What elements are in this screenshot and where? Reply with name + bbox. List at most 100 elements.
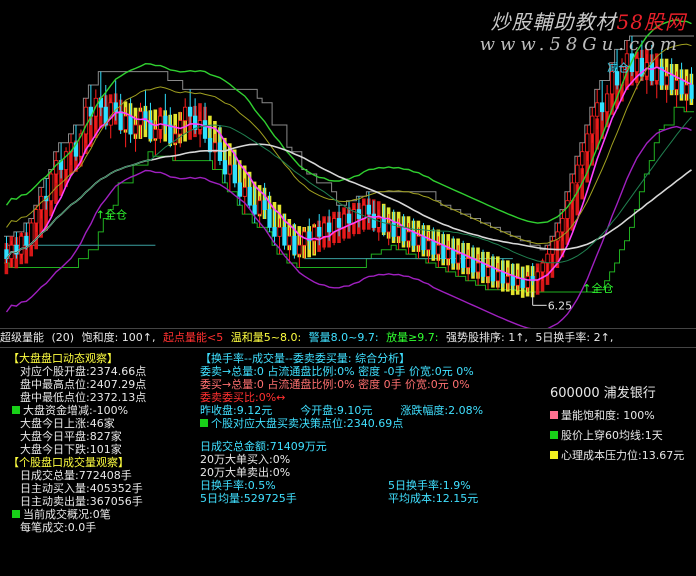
ma60-text: 股价上穿60均线:1天 [561, 429, 663, 442]
saturation-label: 饱和度: 100↑, [81, 331, 156, 344]
gegu-buy: 日主动买入量:405352手 [20, 482, 143, 495]
candle-body [292, 235, 297, 255]
amount-row: 日成交总金额:71409万元 [200, 440, 327, 453]
candle-body [649, 62, 654, 81]
buy-signal-label: ↑全仓 [96, 208, 127, 222]
decision-row: 个股对应大盘买卖决策点位:2340.69点 [200, 417, 560, 430]
candle-body [341, 213, 347, 228]
reduce-signal-label: 减仓 [607, 61, 629, 75]
big-buy-row: 20万大单买入:0% [200, 453, 291, 466]
candle-body [575, 164, 580, 184]
indicator-name: 超级量能 [0, 331, 44, 344]
price-row: 昨收盘:9.12元 今开盘:9.10元 涨跌幅度:2.08% [200, 404, 560, 417]
candle-body [366, 204, 372, 215]
candle-body [436, 244, 441, 255]
candle-body [674, 80, 679, 90]
candle-body [550, 240, 555, 255]
gegu-sell: 日主动卖出量:367056手 [20, 495, 143, 508]
green-square-icon [12, 406, 20, 414]
candle-body [158, 115, 163, 130]
watermark-brand: 58股网 [616, 10, 686, 34]
candle-body [321, 222, 327, 237]
candle-body [654, 66, 659, 81]
candle-body [600, 102, 605, 113]
candle-body [232, 164, 238, 184]
candle-body [505, 275, 511, 284]
dapan-title: 【大盘盘口动态观察】 [8, 352, 118, 365]
today-open: 今开盘:9.10元 [300, 404, 373, 417]
dapan-open: 对应个股开盘:2374.66点 [20, 365, 147, 378]
candle-body [689, 84, 694, 99]
candle-body [485, 267, 491, 277]
candle-body [187, 106, 193, 117]
green-square-icon [12, 510, 20, 518]
green-square-icon [200, 419, 208, 427]
left-panel: 【大盘盘口动态观察】 对应个股开盘:2374.66点 盘中最高点位:2407.2… [8, 352, 146, 534]
candle-body [346, 213, 352, 224]
gegu-total: 日成交总量:772408手 [20, 469, 132, 482]
candle-body [168, 124, 173, 144]
turnover-5d: 5日换手率:1.9% [388, 479, 471, 492]
start-volume-label: 起点量能<5 [163, 331, 224, 344]
candle-body [331, 218, 337, 233]
candle-body [222, 160, 228, 175]
heavy-volume-label: 放量≥9.7: [386, 331, 439, 344]
bid-row: 委买→总量:0 占流通盘比例:0% 密度 0手 价宽:0元 0% [200, 378, 470, 391]
candle-body [510, 275, 516, 286]
candle-body [326, 222, 332, 233]
warning-volume-label: 警量8.0~9.7: [308, 331, 379, 344]
mid-title: 【换手率--成交量--委卖委买量: 综合分析】 [200, 352, 411, 365]
saturation-row: 量能饱和度: 100% [550, 406, 684, 426]
dapan-flat: 大盘今日平盘:827家 [20, 430, 122, 443]
candle-body [495, 271, 501, 282]
candle-body [679, 80, 684, 95]
avg-volume-5d: 5日均量:529725手 [200, 492, 297, 505]
strength-rank-label: 强势股排序: 1↑, [446, 331, 528, 344]
candle-body [500, 271, 506, 284]
saturation-text: 量能饱和度: 100% [561, 409, 655, 422]
candle-body [590, 115, 595, 135]
candle-body [247, 186, 252, 206]
candle-body [480, 262, 486, 277]
candle-body [605, 93, 610, 113]
gegu-current-row: 当前成交概况:0笔 [8, 508, 146, 521]
avg-row: 5日均量:529725手 平均成本:12.15元 [200, 492, 560, 505]
candle-body [456, 253, 461, 264]
candle-body [431, 240, 436, 255]
candle-body [227, 164, 233, 175]
avg-cost: 平均成本:12.15元 [388, 492, 479, 505]
watermark-url: www.58Gu.com [479, 34, 682, 55]
cost-text: 心理成本压力位:13.67元 [561, 449, 685, 462]
candle-body [565, 200, 570, 219]
candle-body [371, 213, 377, 228]
candle-body [267, 209, 272, 228]
cost-row: 心理成本压力位:13.67元 [550, 446, 684, 466]
candle-body [475, 262, 481, 273]
decision-point: 个股对应大盘买卖决策点位:2340.69点 [211, 417, 404, 430]
candle-body [34, 209, 39, 224]
watermark-text: 炒股輔助教材 [490, 10, 617, 34]
candle-body [580, 151, 585, 166]
candle-body [411, 231, 416, 246]
candle-body [610, 71, 615, 95]
candle-body [664, 75, 669, 86]
candle-body [441, 244, 446, 259]
prev-close: 昨收盘:9.12元 [200, 404, 273, 417]
dapan-fund: 大盘资金增减:-100% [23, 404, 129, 417]
candle-body [634, 57, 640, 73]
candle-body [490, 267, 496, 282]
candle-body [49, 173, 54, 202]
candle-body [242, 186, 247, 197]
buy-signal-label: ↑全仓 [582, 281, 613, 295]
candle-body [560, 218, 565, 233]
candle-body [202, 120, 208, 139]
pink-square-icon [550, 411, 558, 419]
gegu-per-trade: 每笔成交:0.0手 [20, 521, 97, 534]
mild-volume-label: 温和量5~8.0: [230, 331, 302, 344]
candle-body [262, 200, 267, 210]
candle-body [515, 278, 520, 286]
candle-body [317, 226, 322, 237]
candle-body [446, 249, 451, 259]
ma60-row: 股价上穿60均线:1天 [550, 426, 684, 446]
candle-body [684, 84, 689, 95]
